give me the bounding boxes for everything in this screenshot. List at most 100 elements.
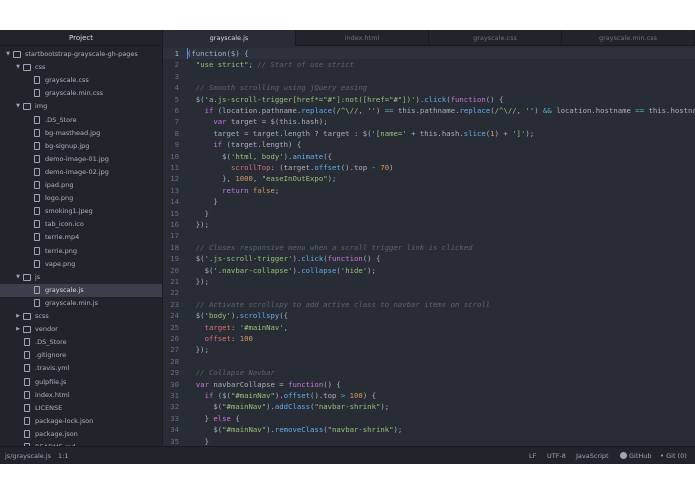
chevron-right-icon[interactable]: ▶	[14, 310, 22, 323]
code-line[interactable]: 19 $('.js-scroll-trigger').click(functio…	[163, 253, 695, 264]
tree-folder[interactable]: ▼ img	[0, 100, 162, 113]
tree-folder[interactable]: ▼ css	[0, 61, 162, 74]
code-token: ==	[635, 106, 645, 115]
tree-file[interactable]: vape.png	[0, 258, 162, 271]
tree-folder[interactable]: ▶ scss	[0, 310, 162, 323]
code-line[interactable]: 9 if (target.length) {	[163, 139, 695, 150]
chevron-down-icon[interactable]: ▼	[14, 61, 22, 74]
chevron-down-icon[interactable]: ▼	[4, 48, 12, 61]
tree-file[interactable]: LICENSE	[0, 402, 162, 415]
code-line[interactable]: 17	[163, 230, 695, 241]
tree-folder[interactable]: ▼ js	[0, 271, 162, 284]
line-code: $('a.js-scroll-trigger[href*="#"]:not([h…	[187, 94, 504, 105]
tree-file[interactable]: grayscale.min.css	[0, 87, 162, 100]
status-file-path[interactable]: js/grayscale.js	[5, 447, 51, 464]
file-icon	[24, 338, 30, 347]
tree-folder[interactable]: ▶ vendor	[0, 323, 162, 336]
tree-file[interactable]: .DS_Store	[0, 114, 162, 127]
code-token: click	[301, 254, 324, 264]
code-line[interactable]: 29 // Collapse Navbar	[163, 367, 695, 378]
code-line[interactable]: 2 "use strict"; // Start of use strict	[163, 59, 695, 70]
tree-file[interactable]: index.html	[0, 389, 162, 402]
code-token: ($(	[213, 391, 231, 400]
code-line[interactable]: 1 (function($) {	[163, 48, 695, 60]
code-line[interactable]: 24 $('body').scrollspy({	[163, 310, 695, 321]
code-token: ({	[279, 311, 289, 321]
tree-file[interactable]: grayscale.min.js	[0, 297, 162, 310]
code-line[interactable]: 30 var navbarCollapse = function() {	[163, 379, 695, 390]
code-line[interactable]: 7 var target = $(this.hash);	[163, 116, 695, 127]
code-line[interactable]: 27 });	[163, 344, 695, 355]
status-grammar[interactable]: JavaScript	[576, 447, 609, 464]
tree-file[interactable]: bg-masthead.jpg	[0, 127, 162, 140]
tree-file[interactable]: .DS_Store	[0, 336, 162, 349]
line-code: } else {	[187, 413, 240, 424]
status-line-ending[interactable]: LF	[529, 447, 536, 464]
chevron-right-icon[interactable]: ▶	[14, 323, 22, 336]
tree-file[interactable]: demo-image-01.jpg	[0, 153, 162, 166]
folder-icon	[23, 326, 31, 334]
tree-file[interactable]: ipad.png	[0, 179, 162, 192]
chevron-down-icon[interactable]: ▼	[14, 100, 22, 113]
code-line[interactable]: 3	[163, 71, 695, 82]
code-line[interactable]: 28	[163, 356, 695, 367]
tree-file[interactable]: terrie.png	[0, 245, 162, 258]
tree-file[interactable]: tab_icon.ico	[0, 218, 162, 231]
code-line[interactable]: 22	[163, 287, 695, 298]
code-line[interactable]: 10 $('html, body').animate({	[163, 151, 695, 162]
code-token: ).	[292, 254, 302, 264]
code-line[interactable]: 15 }	[163, 208, 695, 219]
code-line[interactable]: 6 if (location.pathname.replace(/^\//, '…	[163, 105, 695, 116]
code-line[interactable]: 32 $("#mainNav").addClass("navbar-shrink…	[163, 401, 695, 412]
status-encoding[interactable]: UTF-8	[547, 447, 566, 464]
folder-icon	[23, 64, 31, 72]
editor-tab[interactable]: index.html	[296, 30, 429, 46]
editor-tab[interactable]: grayscale.css	[429, 30, 562, 46]
code-line[interactable]: 8 target = target.length ? target : $('[…	[163, 128, 695, 139]
code-editor[interactable]: 1 (function($) {2 "use strict"; // Start …	[163, 46, 695, 446]
tree-file[interactable]: grayscale.js	[0, 283, 162, 297]
tree-file[interactable]: demo-image-02.jpg	[0, 166, 162, 179]
code-line[interactable]: 13 return false;	[163, 185, 695, 196]
tree-file[interactable]: .gitignore	[0, 349, 162, 362]
code-token: }	[187, 208, 209, 218]
code-line[interactable]: 26 offset: 100	[163, 333, 695, 344]
tree-file[interactable]: bg-signup.jpg	[0, 140, 162, 153]
code-line[interactable]: 31 if ($("#mainNav").offset().top > 100)…	[163, 390, 695, 401]
code-line[interactable]: 23 // Activate scrollspy to add active c…	[163, 299, 695, 310]
tree-file[interactable]: terrie.mp4	[0, 231, 162, 244]
code-line[interactable]: 5 $('a.js-scroll-trigger[href*="#"]:not(…	[163, 94, 695, 105]
tree-file[interactable]: .travis.yml	[0, 362, 162, 375]
code-line[interactable]: 34 $("#mainNav").removeClass("navbar-shr…	[163, 424, 695, 435]
editor-tab[interactable]: grayscale.js	[163, 30, 296, 47]
tree-file[interactable]: package-lock.json	[0, 415, 162, 428]
status-github[interactable]: GitHub	[620, 447, 652, 464]
code-line[interactable]: 14 }	[163, 196, 695, 207]
tree-file[interactable]: grayscale.css	[0, 74, 162, 87]
editor-tab[interactable]: grayscale.min.css	[562, 30, 695, 46]
line-code: if (location.pathname.replace(/^\//, '')…	[187, 105, 695, 116]
chevron-down-icon[interactable]: ▼	[14, 271, 22, 284]
code-line[interactable]: 11 scrollTop: (target.offset().top - 70)	[163, 162, 695, 173]
code-line[interactable]: 20 $('.navbar-collapse').collapse('hide'…	[163, 265, 695, 276]
code-line[interactable]: 33 } else {	[163, 413, 695, 424]
code-line[interactable]: 12 }, 1000, "easeInOutExpo");	[163, 173, 695, 184]
code-token: target	[204, 322, 231, 332]
code-line[interactable]: 16 });	[163, 219, 695, 230]
code-line[interactable]: 25 target: '#mainNav',	[163, 322, 695, 333]
tree-folder[interactable]: ▼ startbootstrap-grayscale-gh-pages	[0, 48, 162, 61]
code-token: /^\//	[336, 106, 359, 115]
tree-file[interactable]: smoking1.jpeg	[0, 205, 162, 218]
status-git[interactable]: • Git (0)	[660, 447, 687, 464]
code-line[interactable]: 35 }	[163, 436, 695, 446]
code-line[interactable]: 18 // Closes responsive menu when a scro…	[163, 242, 695, 253]
line-number: 26	[170, 334, 179, 343]
status-cursor-position[interactable]: 1:1	[58, 447, 68, 464]
tree-file[interactable]: package.json	[0, 428, 162, 441]
code-line[interactable]: 21 });	[163, 276, 695, 287]
code-line[interactable]: 4 // Smooth scrolling using jQuery easin…	[163, 82, 695, 93]
code-token: ==	[384, 106, 394, 115]
tree-file[interactable]: logo.png	[0, 192, 162, 205]
tree-file[interactable]: gulpfile.js	[0, 376, 162, 389]
tree-item-label: terrie.png	[45, 246, 78, 255]
